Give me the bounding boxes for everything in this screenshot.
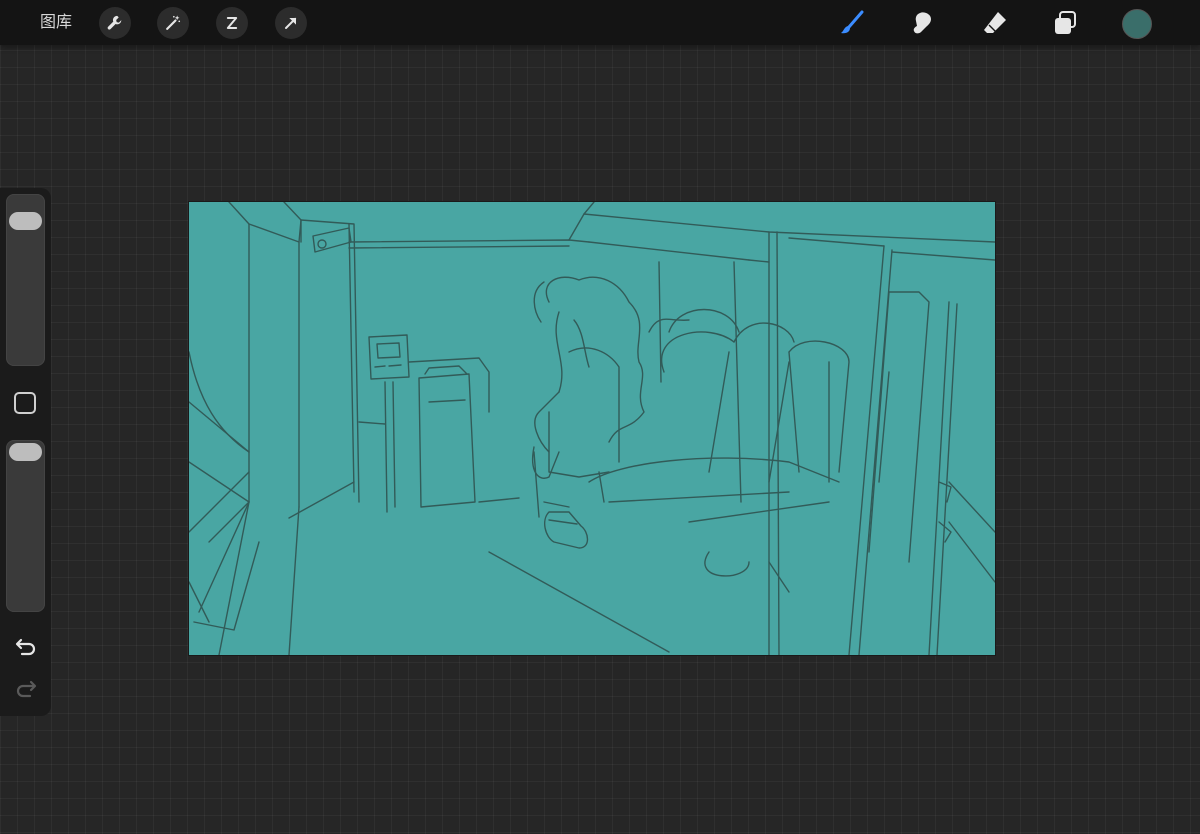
smudge-button[interactable] <box>906 6 940 40</box>
gallery-button[interactable]: 图库 <box>40 12 72 32</box>
layers-icon <box>1055 11 1076 34</box>
eraser-icon <box>984 12 1006 33</box>
adjustments-button[interactable] <box>157 7 189 39</box>
brush-button[interactable] <box>835 6 869 40</box>
selection-button[interactable] <box>216 7 248 39</box>
brush-size-slider-thumb[interactable] <box>9 211 42 230</box>
undo-button[interactable] <box>12 635 40 659</box>
opacity-slider[interactable] <box>6 440 45 612</box>
arrow-cursor-icon <box>285 17 297 29</box>
brush-icon <box>841 10 864 34</box>
redo-button[interactable] <box>12 677 40 701</box>
eraser-button[interactable] <box>978 6 1012 40</box>
color-swatch-button[interactable] <box>1122 9 1152 39</box>
selection-s-icon <box>226 17 238 29</box>
top-toolbar: 图库 <box>0 0 1200 45</box>
actions-button[interactable] <box>99 7 131 39</box>
modify-button[interactable] <box>14 392 36 414</box>
wrench-icon <box>107 15 122 30</box>
transform-button[interactable] <box>275 7 307 39</box>
magic-wand-icon <box>166 15 181 30</box>
procreate-app: 图库 <box>0 0 1200 834</box>
drawing-canvas[interactable] <box>189 202 995 655</box>
redo-icon <box>16 680 37 698</box>
undo-icon <box>15 638 36 656</box>
sketch-artwork <box>189 202 995 655</box>
smudge-finger-icon <box>913 12 931 34</box>
brush-size-slider[interactable] <box>6 194 45 366</box>
left-sidebar <box>0 188 51 716</box>
layers-button[interactable] <box>1048 6 1082 40</box>
opacity-slider-thumb[interactable] <box>9 443 42 461</box>
